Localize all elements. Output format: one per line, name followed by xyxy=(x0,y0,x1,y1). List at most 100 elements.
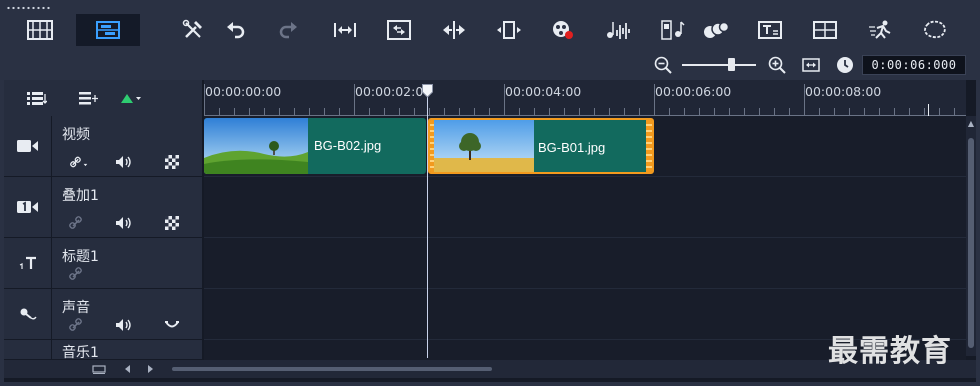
clip-label: BG-B02.jpg xyxy=(314,138,382,153)
track-header-voice[interactable]: 声音 xyxy=(4,289,202,340)
track-header-music[interactable]: 音乐1 xyxy=(4,340,202,360)
overlay-track-icon xyxy=(16,201,38,213)
clip-thumbnail xyxy=(434,120,534,172)
timecode-display[interactable]: 0:00:06:000 xyxy=(862,55,966,75)
track-header-title[interactable]: 标题1 xyxy=(4,238,202,289)
multi-camera-button[interactable] xyxy=(808,14,842,46)
ripple-link-button[interactable] xyxy=(70,154,90,170)
ducking-icon xyxy=(165,321,179,328)
clip-trim-handle-right[interactable] xyxy=(646,120,652,172)
title-track-icon xyxy=(19,256,36,269)
subtitle-editor-button[interactable] xyxy=(753,14,787,46)
tools-button[interactable] xyxy=(176,14,210,46)
track-name[interactable]: 音乐1 xyxy=(62,342,99,359)
zoom-out-button[interactable] xyxy=(652,54,674,76)
voice-track-icon xyxy=(20,308,37,320)
split-button[interactable] xyxy=(437,14,471,46)
motion-tracking-button[interactable] xyxy=(699,14,733,46)
smart-proxy-button[interactable] xyxy=(382,14,416,46)
track-name[interactable]: 叠加1 xyxy=(62,185,99,205)
resize-button[interactable] xyxy=(492,14,526,46)
mute-button[interactable] xyxy=(114,215,134,231)
project-duration-button[interactable] xyxy=(834,54,856,76)
chapter-list-icon xyxy=(79,92,98,105)
scroll-right-arrow-icon[interactable] xyxy=(146,365,154,373)
ripple-link-button[interactable] xyxy=(66,215,86,231)
undo-icon xyxy=(227,22,245,39)
zoom-out-icon xyxy=(654,56,672,74)
fit-to-window-button[interactable] xyxy=(328,14,362,46)
clip-bg-b01[interactable]: BG-B01.jpg xyxy=(428,118,654,174)
timeline-vertical-scrollbar[interactable]: ▲ xyxy=(966,116,976,356)
ruler-label: 00:00:02:00 xyxy=(355,84,432,99)
timeline-ruler[interactable]: 00:00:00:00 00:00:02:00 00:00:04:00 00:0… xyxy=(204,80,966,116)
storyboard-view-button[interactable] xyxy=(8,14,72,46)
add-track-menu-button[interactable] xyxy=(118,88,144,108)
ripple-link-button[interactable] xyxy=(66,317,86,333)
time-remap-icon xyxy=(869,20,891,39)
audio-ducking-button[interactable] xyxy=(162,317,182,333)
mute-button[interactable] xyxy=(114,317,134,333)
tools-icon xyxy=(182,19,202,38)
zoom-slider[interactable] xyxy=(682,58,756,71)
track-transparency-button[interactable] xyxy=(162,154,182,170)
clip-bg-b02[interactable]: BG-B02.jpg xyxy=(204,118,426,174)
lane-title[interactable] xyxy=(204,238,966,289)
playhead-line[interactable] xyxy=(427,86,428,358)
track-name[interactable]: 标题1 xyxy=(62,246,99,266)
mask-creator-button[interactable] xyxy=(918,14,952,46)
ruler-label: 00:00:00:00 xyxy=(205,84,282,99)
track-manager-icon xyxy=(27,92,47,105)
clock-icon xyxy=(837,57,853,73)
zoom-slider-knob[interactable] xyxy=(728,58,735,71)
track-transparency-button[interactable] xyxy=(162,215,182,231)
speaker-icon xyxy=(116,156,131,168)
scroll-fit-icon[interactable] xyxy=(92,364,106,374)
subtitle-icon xyxy=(758,21,782,39)
track-name[interactable]: 声音 xyxy=(62,297,90,317)
link-icon xyxy=(69,318,82,331)
horizontal-scroll-thumb[interactable] xyxy=(172,367,492,371)
record-capture-button[interactable] xyxy=(546,14,580,46)
mute-button[interactable] xyxy=(114,154,134,170)
auto-music-button[interactable] xyxy=(656,14,690,46)
chapter-cue-button[interactable] xyxy=(76,88,102,108)
link-icon xyxy=(69,216,82,229)
track-header-video[interactable]: 视频 xyxy=(4,116,202,177)
scroll-up-arrow-icon[interactable]: ▲ xyxy=(967,120,975,128)
scroll-left-arrow-icon[interactable] xyxy=(124,365,132,373)
link-icon xyxy=(69,267,82,280)
redo-button[interactable] xyxy=(272,14,306,46)
audio-mixer-button[interactable] xyxy=(601,14,635,46)
record-icon xyxy=(553,21,573,39)
video-track-icon xyxy=(16,140,38,152)
playhead-marker-icon[interactable] xyxy=(422,84,433,98)
track-type-cell xyxy=(4,289,52,339)
link-dropdown-icon xyxy=(70,156,88,168)
audio-mixer-icon xyxy=(607,22,630,39)
ruler-label: 00:00:06:00 xyxy=(655,84,732,99)
track-manager-button[interactable] xyxy=(24,88,50,108)
fit-project-icon xyxy=(802,58,820,72)
fit-width-icon xyxy=(334,23,356,37)
ripple-link-button[interactable] xyxy=(66,266,86,282)
lane-video[interactable]: BG-B02.jpg BG-B01.jpg xyxy=(204,116,966,177)
fit-project-button[interactable] xyxy=(800,54,822,76)
speaker-icon xyxy=(116,217,131,229)
track-type-cell xyxy=(4,238,52,288)
time-remapping-button[interactable] xyxy=(864,14,898,46)
track-name[interactable]: 视频 xyxy=(62,124,90,144)
zoom-slider-track xyxy=(682,64,756,66)
zoom-in-button[interactable] xyxy=(766,54,788,76)
track-header-overlay[interactable]: 叠加1 xyxy=(4,177,202,238)
vertical-scroll-thumb[interactable] xyxy=(968,138,974,348)
proxy-icon xyxy=(387,20,411,40)
green-triangle-icon xyxy=(121,94,141,103)
ruler-label: 00:00:08:00 xyxy=(805,84,882,99)
undo-button[interactable] xyxy=(218,14,252,46)
resize-icon xyxy=(497,21,521,39)
checkerboard-icon xyxy=(165,216,179,230)
lane-overlay[interactable] xyxy=(204,177,966,238)
auto-music-icon xyxy=(661,20,685,40)
timeline-view-button[interactable] xyxy=(76,14,140,46)
